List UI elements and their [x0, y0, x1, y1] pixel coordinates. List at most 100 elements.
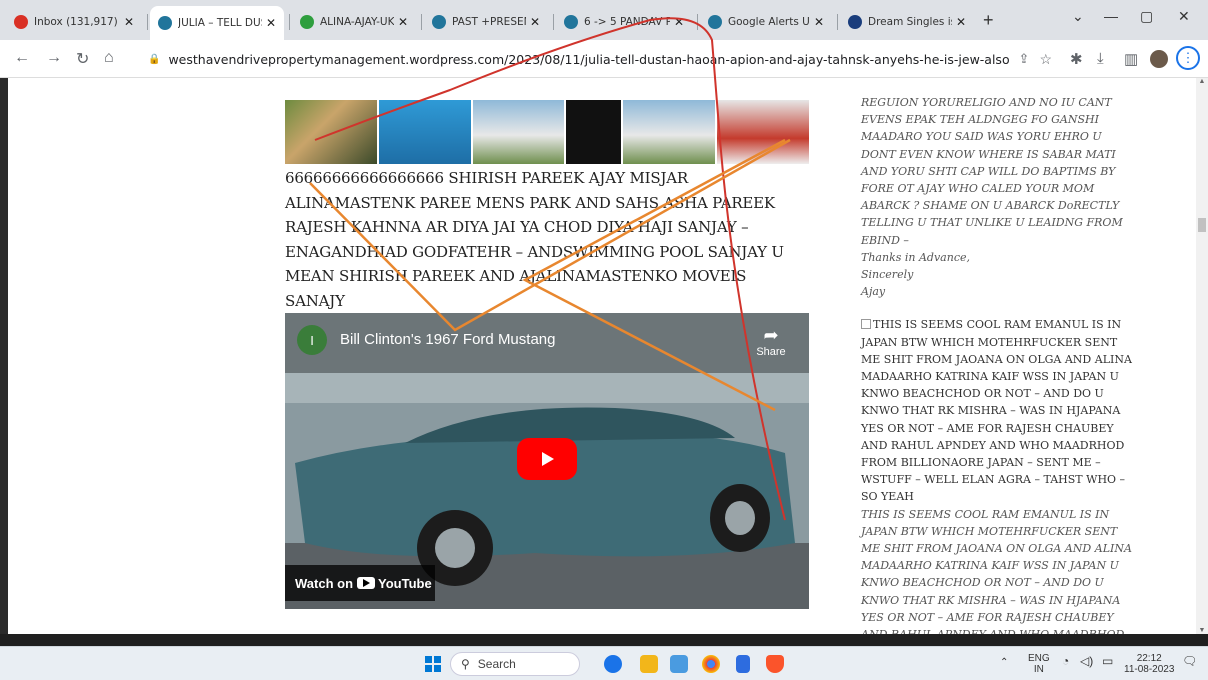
tab-label: PAST +PRESENT AI	[452, 16, 526, 28]
url-text: westhavendrivepropertymanagement.wordpre…	[168, 51, 1009, 67]
close-tab-icon[interactable]: ✕	[398, 15, 408, 29]
taskbar-search[interactable]: ⚲ Search	[450, 652, 580, 676]
photo-man-portrait[interactable]	[566, 100, 622, 164]
photo-webpage[interactable]	[717, 100, 809, 164]
tray-chevron-icon[interactable]: ⌃	[1000, 657, 1008, 668]
language-indicator[interactable]: ENG IN	[1028, 653, 1050, 675]
tab-2[interactable]: JULIA – TELL DUSTA ✕	[150, 6, 284, 40]
tab-label: Inbox (131,917) - a	[34, 16, 120, 28]
photos-icon[interactable]	[670, 655, 688, 673]
post-body: 66666666666666666 SHIRISH PAREEK AJAY MI…	[285, 169, 784, 310]
share-icon[interactable]: ⇪	[1019, 51, 1030, 67]
photo-car-white-2[interactable]	[623, 100, 716, 164]
youtube-wordmark: YouTube	[378, 575, 432, 591]
clock[interactable]: 22:12 11-08-2023	[1124, 653, 1174, 675]
tab-3[interactable]: ALINA-AJAY-UKAN ✕	[292, 8, 416, 36]
address-bar[interactable]: 🔒 westhavendrivepropertymanagement.wordp…	[138, 45, 1062, 73]
photo-car-white[interactable]	[472, 100, 565, 164]
region-label: IN	[1033, 664, 1044, 675]
share-arrow-icon: ➦	[763, 325, 779, 345]
green-circle-icon	[300, 15, 314, 29]
wordpress-icon	[432, 15, 446, 29]
video-title[interactable]: Bill Clinton's 1967 Ford Mustang	[340, 331, 555, 348]
volume-icon[interactable]: ◁)	[1080, 655, 1093, 667]
close-tab-icon[interactable]: ✕	[266, 16, 276, 30]
reload-button[interactable]: ↻	[76, 49, 89, 69]
clock-date: 11-08-2023	[1124, 664, 1175, 675]
image-alt-text: THIS IS SEEMS COOL RAM EMANUL IS IN JAPA…	[861, 318, 1132, 504]
tab-7[interactable]: Dream Singles is th ✕	[840, 8, 974, 36]
tab-search-icon[interactable]: ⌄	[1072, 8, 1084, 25]
channel-avatar[interactable]: I	[297, 325, 327, 355]
side-panel-icon[interactable]: ▥	[1124, 50, 1138, 68]
scrollbar-thumb[interactable]	[1198, 218, 1206, 232]
bookmark-star-icon[interactable]: ☆	[1039, 51, 1052, 68]
chrome-icon[interactable]	[702, 655, 720, 673]
tab-separator	[289, 14, 290, 30]
vertical-scrollbar[interactable]: ▲ ▼	[1196, 78, 1208, 634]
sidebar-sincerely: Sincerely	[861, 268, 914, 282]
tab-label: 6 -> 5 PANDAV PU	[584, 16, 670, 28]
youtube-logo: YouTube	[357, 576, 432, 591]
wifi-icon[interactable]: ◔	[1062, 655, 1069, 667]
close-tab-icon[interactable]: ✕	[124, 15, 134, 29]
broken-image-alt[interactable]: THIS IS SEEMS COOL RAM EMANUL IS IN JAPA…	[861, 316, 1133, 505]
gmail-icon	[14, 15, 28, 29]
profile-avatar[interactable]	[1150, 50, 1168, 68]
youtube-play-icon	[357, 577, 376, 589]
new-tab-button[interactable]: +	[983, 10, 994, 31]
tab-separator	[837, 14, 838, 30]
sidebar-thanks: Thanks in Advance,	[861, 250, 970, 264]
tab-label: JULIA – TELL DUSTA	[178, 17, 262, 29]
share-button[interactable]: ➦ Share	[749, 325, 793, 358]
windows-start-icon[interactable]	[425, 656, 441, 672]
taskbar: ⚲ Search ⌃ ENG IN ◔ ◁) ▭ 22:12 11-08-2023 …	[0, 646, 1208, 680]
notification-icon[interactable]: 🗨	[1182, 655, 1197, 667]
tab-separator	[697, 14, 698, 30]
file-explorer-icon[interactable]	[640, 655, 658, 673]
menu-kebab-icon[interactable]: ⋮	[1176, 46, 1200, 70]
wordpress-icon	[708, 15, 722, 29]
minimize-button[interactable]: —	[1104, 8, 1118, 24]
close-tab-icon[interactable]: ✕	[674, 15, 684, 29]
scroll-down-arrow[interactable]: ▼	[1196, 627, 1208, 634]
youtube-embed[interactable]: I Bill Clinton's 1967 Ford Mustang ➦ Sha…	[285, 313, 809, 609]
battery-icon[interactable]: ▭	[1102, 655, 1113, 667]
tab-label: ALINA-AJAY-UKAN	[320, 16, 394, 28]
close-window-button[interactable]: ✕	[1178, 8, 1190, 25]
forward-button[interactable]: →	[46, 49, 62, 67]
play-button[interactable]	[517, 438, 577, 480]
tab-label: Dream Singles is th	[868, 16, 952, 28]
sidebar: REGUION YORURELIGIO AND NO IU CANT EVENS…	[861, 94, 1133, 634]
watch-on-youtube-button[interactable]: Watch on YouTube	[285, 565, 435, 601]
photo-woman[interactable]	[285, 100, 377, 164]
scroll-up-arrow[interactable]: ▲	[1196, 78, 1208, 85]
watch-on-label: Watch on	[295, 575, 354, 591]
notepad-icon[interactable]	[736, 655, 750, 673]
share-label: Share	[756, 346, 786, 358]
brave-icon[interactable]	[766, 655, 784, 673]
download-icon[interactable]: ⤓	[1097, 50, 1104, 67]
restore-button[interactable]: ▢	[1140, 8, 1153, 25]
back-button[interactable]: ←	[14, 49, 30, 67]
broken-image-icon	[861, 319, 871, 330]
tab-6[interactable]: Google Alerts Unsu ✕	[700, 8, 832, 36]
tab-4[interactable]: PAST +PRESENT AI ✕	[424, 8, 548, 36]
dream-singles-icon	[848, 15, 862, 29]
toolbar: ← → ↻ ⌂ 🔒 westhavendrivepropertymanageme…	[0, 40, 1208, 78]
sidebar-signature: Ajay	[861, 285, 886, 299]
close-tab-icon[interactable]: ✕	[530, 15, 540, 29]
home-button[interactable]: ⌂	[104, 49, 114, 67]
window-bottom-edge	[0, 634, 1208, 646]
wordpress-icon	[158, 16, 172, 30]
close-tab-icon[interactable]: ✕	[814, 15, 824, 29]
extensions-icon[interactable]: ✱	[1070, 50, 1083, 68]
app-d-icon[interactable]	[604, 655, 622, 673]
image-caption: THIS IS SEEMS COOL RAM EMANUL IS IN JAPA…	[861, 507, 1132, 634]
tab-5[interactable]: 6 -> 5 PANDAV PU ✕	[556, 8, 692, 36]
image-strip	[285, 100, 809, 164]
photo-video-call[interactable]	[378, 100, 471, 164]
close-tab-icon[interactable]: ✕	[956, 15, 966, 29]
tab-1[interactable]: Inbox (131,917) - a ✕	[6, 8, 142, 36]
tab-separator	[553, 14, 554, 30]
